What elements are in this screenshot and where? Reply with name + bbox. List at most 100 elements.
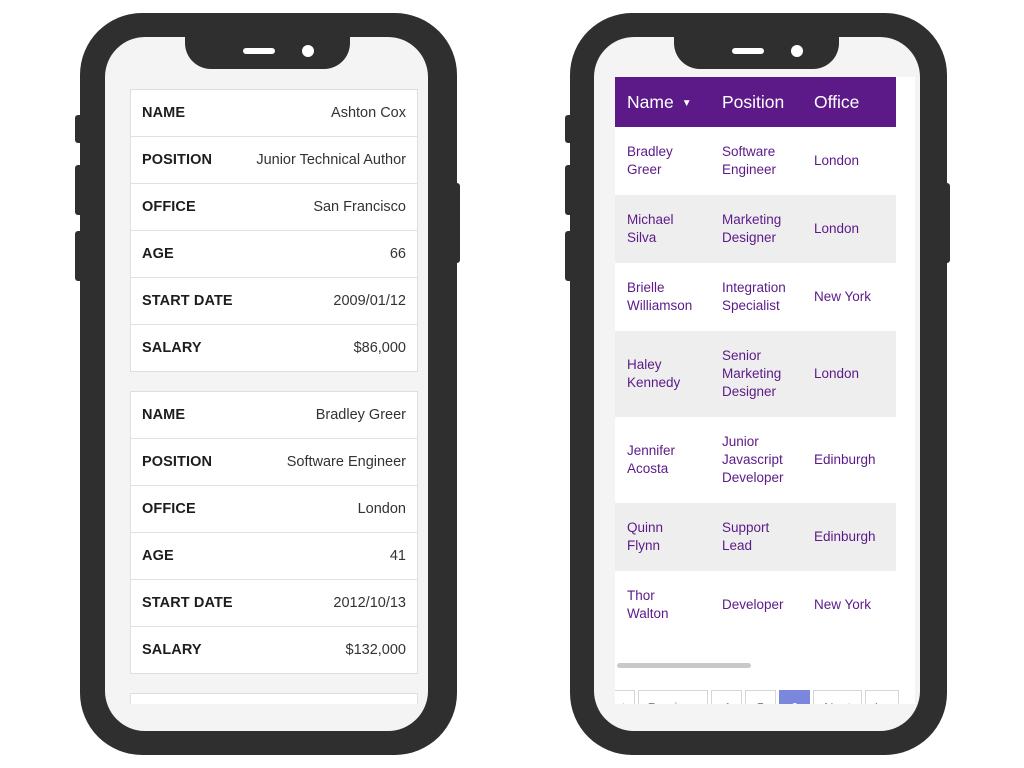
sort-down-triangle-icon: ▼ — [681, 97, 692, 109]
table-row[interactable]: Michael Silva Marketing Designer London — [615, 195, 896, 263]
field-value: 2012/10/13 — [333, 595, 406, 611]
record-field-row: POSITION Junior Technical Author — [131, 137, 417, 184]
page-4-button[interactable]: 4 — [711, 690, 742, 704]
cell-name: Thor Walton — [615, 571, 710, 639]
speaker-icon — [243, 48, 275, 54]
cell-position: Senior Marketing Designer — [710, 331, 802, 417]
left-phone-side-button — [75, 115, 83, 143]
cell-text-line: Edinburgh — [814, 452, 876, 467]
cell-text-line: Software — [722, 144, 776, 159]
cell-name: Michael Silva — [615, 195, 710, 263]
cell-text-line: Brielle — [627, 280, 665, 295]
cell-office: Edinburgh — [802, 417, 896, 503]
cell-office: New York — [802, 263, 896, 331]
column-header-position[interactable]: Position — [710, 77, 802, 127]
field-label: OFFICE — [142, 199, 196, 215]
cell-text-line: London — [814, 366, 860, 381]
table-scroll-container[interactable]: Name ▼ Position Office Bradley Greer Softwa… — [615, 77, 896, 639]
cell-text-line: Marketing — [722, 212, 782, 227]
field-label: SALARY — [142, 642, 202, 658]
data-table-viewport[interactable]: Name ▼ Position Office Bradley Greer Softwa… — [615, 77, 915, 704]
left-phone-screen: NAME Ashton Cox POSITION Junior Technical A… — [105, 37, 428, 731]
field-value: 41 — [389, 548, 406, 564]
field-label: AGE — [142, 548, 174, 564]
first-page-button[interactable]: rst — [615, 690, 635, 704]
field-value: San Francisco — [313, 199, 406, 215]
field-label: NAME — [142, 105, 186, 121]
record-field-row: START DATE 2012/10/13 — [131, 580, 417, 627]
column-header-name[interactable]: Name ▼ — [615, 77, 710, 127]
cell-position: Developer — [710, 571, 802, 639]
field-label: POSITION — [142, 454, 213, 470]
record-card: NAME Ashton Cox POSITION Junior Technical A… — [130, 89, 418, 372]
cell-text-line: Junior — [722, 434, 759, 449]
field-value: 2009/01/12 — [333, 293, 406, 309]
record-field-row: NAME Ashton Cox — [131, 90, 417, 137]
cell-text-line: Haley — [627, 357, 662, 372]
record-field-row: SALARY $86,000 — [131, 325, 417, 371]
field-label: SALARY — [142, 340, 202, 356]
record-field-row: START DATE 2009/01/12 — [131, 278, 417, 325]
field-label: POSITION — [142, 152, 213, 168]
field-value: Bradley Greer — [315, 407, 406, 423]
next-page-button[interactable]: Next — [813, 690, 862, 704]
cell-text-line: Integration — [722, 280, 786, 295]
cell-office: London — [802, 195, 896, 263]
page-6-button[interactable]: 6 — [779, 690, 810, 704]
cell-text-line: Williamson — [627, 298, 693, 313]
cell-office: New York — [802, 571, 896, 639]
table-header-row: Name ▼ Position Office — [615, 77, 896, 127]
cell-text-line: Developer — [722, 470, 784, 485]
cell-text-line: London — [814, 221, 860, 236]
field-value: Software Engineer — [286, 454, 406, 470]
cell-text-line: Bradley — [627, 144, 673, 159]
right-phone-side-button — [565, 115, 573, 143]
cell-text-line: Support — [722, 520, 770, 535]
cell-text-line: Quinn — [627, 520, 664, 535]
cell-text-line: London — [814, 153, 860, 168]
right-phone-power-button — [942, 183, 950, 263]
employees-table: Name ▼ Position Office Bradley Greer Softwa… — [615, 77, 896, 639]
table-row[interactable]: Thor Walton Developer New York — [615, 571, 896, 639]
cell-office: London — [802, 127, 896, 195]
cell-text-line: Thor — [627, 588, 655, 603]
column-header-office[interactable]: Office — [802, 77, 896, 127]
record-card: NAME Bradley Greer POSITION Software Engine… — [130, 391, 418, 674]
cell-text-line: Engineer — [722, 162, 777, 177]
responsive-card-list[interactable]: NAME Ashton Cox POSITION Junior Technical A… — [124, 77, 424, 704]
cell-position: Marketing Designer — [710, 195, 802, 263]
left-phone-power-button — [452, 183, 460, 263]
cell-name: Brielle Williamson — [615, 263, 710, 331]
cell-office: Edinburgh — [802, 503, 896, 571]
cell-position: Integration Specialist — [710, 263, 802, 331]
table-horizontal-scrollbar[interactable] — [617, 663, 751, 668]
right-phone-volume-down-button — [565, 231, 573, 281]
page-5-button[interactable]: 5 — [745, 690, 776, 704]
cell-text-line: New York — [814, 289, 872, 304]
table-row[interactable]: Bradley Greer Software Engineer London — [615, 127, 896, 195]
cell-name: Bradley Greer — [615, 127, 710, 195]
cell-position: Support Lead — [710, 503, 802, 571]
cell-text-line: Designer — [722, 230, 777, 245]
cell-text-line: Michael — [627, 212, 674, 227]
last-page-button[interactable]: La — [865, 690, 899, 704]
field-value: London — [357, 501, 406, 517]
right-phone-notch — [674, 37, 839, 69]
record-field-row: NAMEBrenden Wagner — [131, 694, 417, 704]
left-phone-volume-down-button — [75, 231, 83, 281]
table-row[interactable]: Brielle Williamson Integration Specialist Ne… — [615, 263, 896, 331]
column-header-name-label: Name — [627, 91, 674, 112]
previous-page-button[interactable]: Previous — [638, 690, 708, 704]
record-field-row: NAME Bradley Greer — [131, 392, 417, 439]
cell-text-line: Flynn — [627, 538, 661, 553]
cell-text-line: Javascript — [722, 452, 783, 467]
field-label: START DATE — [142, 293, 233, 309]
cell-text-line: Silva — [627, 230, 657, 245]
right-phone-screen: Name ▼ Position Office Bradley Greer Softwa… — [594, 37, 920, 731]
field-value: 66 — [389, 246, 406, 262]
cell-text-line: Edinburgh — [814, 529, 876, 544]
table-row[interactable]: Haley Kennedy Senior Marketing Designer Londo… — [615, 331, 896, 417]
table-row[interactable]: Quinn Flynn Support Lead Edinburgh — [615, 503, 896, 571]
table-row[interactable]: Jennifer Acosta Junior Javascript Developer E… — [615, 417, 896, 503]
camera-icon — [302, 45, 314, 57]
